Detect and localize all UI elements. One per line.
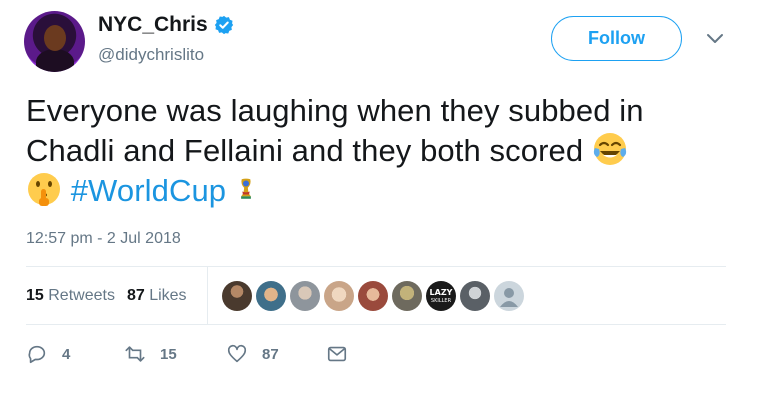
- liker-avatar[interactable]: [392, 281, 422, 311]
- like-count: 87: [262, 345, 279, 363]
- reply-action[interactable]: 4: [26, 343, 124, 365]
- divider-top: [26, 266, 726, 267]
- author-display-name[interactable]: NYC_Chris: [98, 13, 234, 37]
- tweet-timestamp[interactable]: 12:57 pm - 2 Jul 2018: [26, 230, 181, 248]
- world-cup-trophy-emoji: [240, 178, 251, 199]
- liker-avatar[interactable]: [222, 281, 252, 311]
- retweet-action[interactable]: 15: [124, 343, 226, 365]
- envelope-icon: [327, 346, 347, 362]
- chevron-down-icon[interactable]: [706, 32, 724, 46]
- liker-avatar[interactable]: [290, 281, 320, 311]
- avatar-face-shape: [44, 25, 66, 51]
- retweet-count: 15: [160, 345, 177, 363]
- tweet-text-line-1: Everyone was laughing when they subbed i…: [26, 93, 644, 128]
- liker-avatars: LAZY SKILLER: [222, 281, 524, 311]
- tweet-text-line-3: #WorldCup: [26, 171, 726, 211]
- retweets-stat[interactable]: 15 Retweets: [26, 287, 115, 305]
- heart-icon: [227, 344, 247, 363]
- author-avatar[interactable]: [24, 11, 85, 72]
- lazy-skiller-logo: LAZY SKILLER: [430, 288, 453, 304]
- tweet-stats: 15 Retweets 87 Likes: [26, 287, 187, 305]
- shushing-face-emoji: [28, 173, 60, 206]
- svg-text:SKILLER: SKILLER: [431, 298, 452, 304]
- liker-avatar-lazy-skiller[interactable]: LAZY SKILLER: [426, 281, 456, 311]
- stats-vertical-divider: [207, 266, 208, 324]
- hashtag-worldcup[interactable]: #WorldCup: [71, 173, 226, 208]
- follow-button[interactable]: Follow: [551, 16, 682, 61]
- direct-message-action[interactable]: [326, 343, 348, 365]
- likes-label: Likes: [149, 287, 187, 304]
- tweet-text: Everyone was laughing when they subbed i…: [26, 91, 726, 211]
- retweets-count: 15: [26, 287, 44, 304]
- tweet-actions: 4 15 87: [26, 343, 348, 365]
- like-action[interactable]: 87: [226, 343, 326, 365]
- reply-count: 4: [62, 345, 71, 363]
- liker-avatar[interactable]: [324, 281, 354, 311]
- liker-avatar[interactable]: [460, 281, 490, 311]
- tweet-text-line-2: Chadli and Fellaini and they both scored: [26, 131, 726, 171]
- display-name-text[interactable]: NYC_Chris: [98, 13, 208, 37]
- liker-avatar[interactable]: [358, 281, 388, 311]
- liker-avatar[interactable]: [256, 281, 286, 311]
- divider-bottom: [26, 324, 726, 325]
- tears-of-joy-emoji: [593, 133, 627, 165]
- likes-stat[interactable]: 87 Likes: [127, 287, 187, 305]
- author-handle[interactable]: @didychrislito: [98, 45, 204, 65]
- verified-badge-icon: [214, 15, 233, 35]
- likes-count: 87: [126, 287, 145, 304]
- retweets-label: Retweets: [48, 287, 115, 304]
- retweet-icon: [125, 346, 145, 362]
- svg-text:LAZY: LAZY: [430, 288, 453, 297]
- liker-avatar-default[interactable]: [494, 281, 524, 311]
- avatar-body-shape: [36, 49, 74, 72]
- reply-icon: [28, 345, 46, 364]
- default-avatar-icon: [500, 288, 518, 307]
- tweet-text-line-2-text: Chadli and Fellaini and they both scored: [26, 133, 584, 168]
